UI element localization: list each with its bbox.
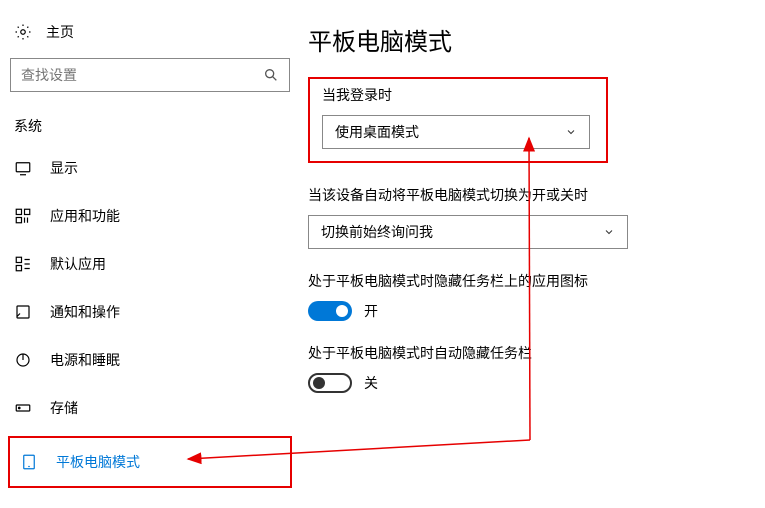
login-mode-dropdown[interactable]: 使用桌面模式 bbox=[322, 115, 590, 149]
search-input-wrapper[interactable] bbox=[10, 58, 290, 92]
search-input[interactable] bbox=[21, 67, 263, 83]
home-link[interactable]: 主页 bbox=[8, 18, 292, 56]
chevron-down-icon bbox=[565, 126, 577, 138]
annotation-highlight-top: 当我登录时 使用桌面模式 bbox=[308, 77, 608, 163]
sidebar-item-label: 通知和操作 bbox=[50, 302, 120, 322]
sidebar-item-default-apps[interactable]: 默认应用 bbox=[8, 240, 292, 288]
toggle-state-label: 开 bbox=[364, 301, 378, 321]
auto-switch-label: 当该设备自动将平板电脑模式切换为开或关时 bbox=[308, 185, 745, 205]
monitor-icon bbox=[14, 159, 32, 177]
sidebar-item-label: 存储 bbox=[50, 398, 78, 418]
default-apps-icon bbox=[14, 255, 32, 273]
main-panel: 平板电脑模式 当我登录时 使用桌面模式 当该设备自动将平板电脑模式切换为开或关时… bbox=[300, 0, 765, 508]
sidebar-item-tablet-mode[interactable]: 平板电脑模式 bbox=[14, 438, 286, 486]
tablet-icon bbox=[20, 453, 38, 471]
sidebar-item-display[interactable]: 显示 bbox=[8, 144, 292, 192]
gear-icon bbox=[14, 23, 32, 41]
sidebar-item-apps[interactable]: 应用和功能 bbox=[8, 192, 292, 240]
auto-switch-dropdown[interactable]: 切换前始终询问我 bbox=[308, 215, 628, 249]
auto-hide-taskbar-toggle[interactable] bbox=[308, 373, 352, 393]
annotation-highlight-nav: 平板电脑模式 bbox=[8, 436, 292, 488]
sidebar-item-label: 电源和睡眠 bbox=[50, 350, 120, 370]
dropdown-value: 切换前始终询问我 bbox=[321, 222, 433, 242]
search-icon bbox=[263, 67, 279, 83]
sidebar-item-storage[interactable]: 存储 bbox=[8, 384, 292, 432]
apps-icon bbox=[14, 207, 32, 225]
chevron-down-icon bbox=[603, 226, 615, 238]
hide-icons-label: 处于平板电脑模式时隐藏任务栏上的应用图标 bbox=[308, 271, 745, 291]
notifications-icon bbox=[14, 303, 32, 321]
sidebar-item-label: 应用和功能 bbox=[50, 206, 120, 226]
section-label: 系统 bbox=[8, 110, 292, 144]
storage-icon bbox=[14, 399, 32, 417]
dropdown-value: 使用桌面模式 bbox=[335, 122, 419, 142]
sidebar-item-label: 平板电脑模式 bbox=[56, 452, 140, 472]
hide-icons-toggle[interactable] bbox=[308, 301, 352, 321]
sidebar-item-power[interactable]: 电源和睡眠 bbox=[8, 336, 292, 384]
toggle-state-label: 关 bbox=[364, 373, 378, 393]
home-label: 主页 bbox=[46, 22, 74, 42]
sidebar-item-notifications[interactable]: 通知和操作 bbox=[8, 288, 292, 336]
sidebar-item-label: 默认应用 bbox=[50, 254, 106, 274]
auto-hide-taskbar-label: 处于平板电脑模式时自动隐藏任务栏 bbox=[308, 343, 745, 363]
power-icon bbox=[14, 351, 32, 369]
sidebar-item-label: 显示 bbox=[50, 158, 78, 178]
settings-sidebar: 主页 系统 显示 应用和功能 bbox=[0, 0, 300, 508]
login-mode-label: 当我登录时 bbox=[322, 85, 594, 105]
page-title: 平板电脑模式 bbox=[308, 22, 745, 57]
